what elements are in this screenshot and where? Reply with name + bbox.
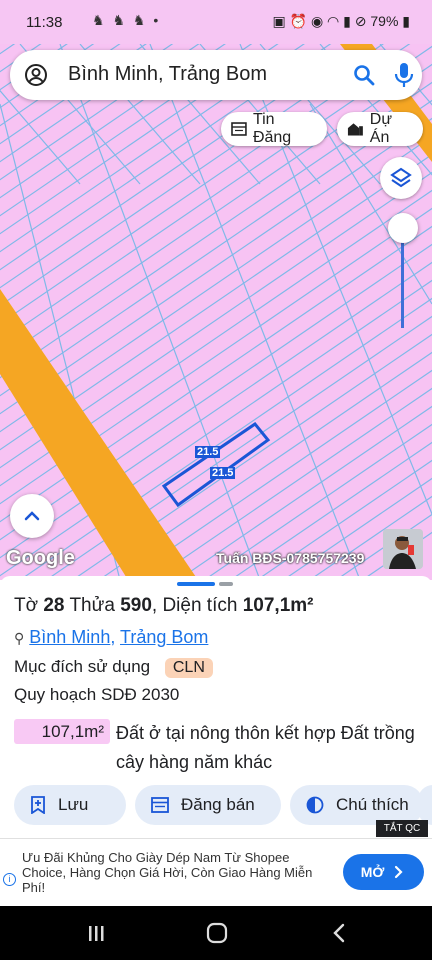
watermark: Tuấn BĐS-0785757239 [216,550,365,566]
purpose-code-badge: CLN [164,658,213,678]
location-pin-icon: ⚲ [14,630,25,646]
area-value: 107,1m² [242,595,314,616]
signal-icons: ▣ ⏰ ◉ ◠ ▮ ⊘ [272,13,371,29]
ad-banner[interactable]: i Ưu Đãi Khủng Cho Giày Dép Nam Từ Shope… [0,838,432,907]
sell-label: Đăng bán [181,795,255,814]
profile-photo [383,529,423,569]
sheet-handle[interactable] [177,582,215,586]
plot-label-bottom: 21.5 [210,467,236,479]
search-bar[interactable]: Bình Minh, Trảng Bom [10,50,422,100]
ward-link[interactable]: Bình Minh [29,627,110,647]
ad-open-button[interactable]: MỞ [343,854,424,890]
status-time: 11:38 [26,14,63,31]
parcel-title: Tờ 28 Thửa 590, Diện tích 107,1m² [14,595,314,617]
opacity-slider-handle[interactable] [388,213,418,243]
search-icon[interactable] [352,63,376,87]
listing-icon [231,122,247,136]
post-listing-icon [151,797,169,813]
battery-icon: ▮ [398,13,410,29]
du-an-button[interactable]: Dự Án [337,111,423,146]
bookmark-add-icon [31,796,45,814]
home-icon[interactable] [206,922,228,944]
recent-apps-icon[interactable] [89,926,104,941]
contrast-icon [306,796,324,814]
to-label: Tờ [14,595,39,616]
du-an-label: Dự Án [369,111,393,146]
microphone-icon[interactable] [394,62,414,88]
status-right: ▣ ⏰ ◉ ◠ ▮ ⊘ 79% ▮ [273,13,411,30]
close-ad-button[interactable]: TẮT QC [376,820,428,837]
battery-percent: 79% [370,13,399,29]
parcel-address: ⚲ Bình Minh, Trảng Bom [14,627,208,648]
plan-title: Quy hoạch SDĐ 2030 [14,685,180,704]
land-purpose: Mục đích sử dụng CLN [14,657,213,678]
save-label: Lưu [58,795,89,814]
layers-button[interactable] [380,157,422,199]
ad-info-icon[interactable]: i [3,873,16,886]
person-photo-icon [383,529,423,569]
layers-icon [390,167,412,188]
title-comma: , [151,595,158,616]
status-bar: 11:38 ♞ ♞ ♞ • ▣ ⏰ ◉ ◠ ▮ ⊘ 79% ▮ [0,0,432,44]
parcel-info-sheet[interactable]: Tờ 28 Thửa 590, Diện tích 107,1m² ⚲ Bình… [0,576,432,838]
chevron-up-icon [24,511,40,521]
tin-dang-label: Tin Đăng [252,111,292,146]
legend-button[interactable]: Chú thích [290,785,424,825]
system-nav-bar [0,906,432,960]
thua-label: Thửa [69,595,115,616]
sheet-handle-secondary [219,582,233,586]
plan-land-use: Đất ở tại nông thôn kết hợp Đất trồng câ… [116,723,415,772]
purpose-label: Mục đích sử dụng [14,657,151,676]
search-input[interactable]: Bình Minh, Trảng Bom [68,63,267,86]
ad-open-label: MỞ [360,864,385,880]
project-icon [347,123,363,136]
address-separator: , [110,627,121,647]
to-value: 28 [43,595,65,616]
notification-icons: ♞ ♞ ♞ • [92,12,161,28]
opacity-slider-track[interactable] [401,230,404,328]
more-action-button-partial[interactable] [418,785,432,825]
plot-label-top: 21.5 [195,446,221,458]
account-icon[interactable] [24,63,48,87]
thua-value: 590 [120,595,152,616]
ad-text: Ưu Đãi Khủng Cho Giày Dép Nam Từ Shopee … [22,850,313,895]
google-logo: Google [6,547,75,569]
legend-label: Chú thích [336,795,409,814]
save-button[interactable]: Lưu [14,785,126,825]
sell-button[interactable]: Đăng bán [135,785,281,825]
chevron-right-icon [395,865,403,879]
district-link[interactable]: Trảng Bom [120,627,208,647]
back-icon[interactable] [333,923,345,943]
area-label: Diện tích [162,595,238,616]
expand-button[interactable] [10,494,54,538]
tin-dang-button[interactable]: Tin Đăng [221,111,327,146]
plan-area: 107,1m² [14,719,110,744]
